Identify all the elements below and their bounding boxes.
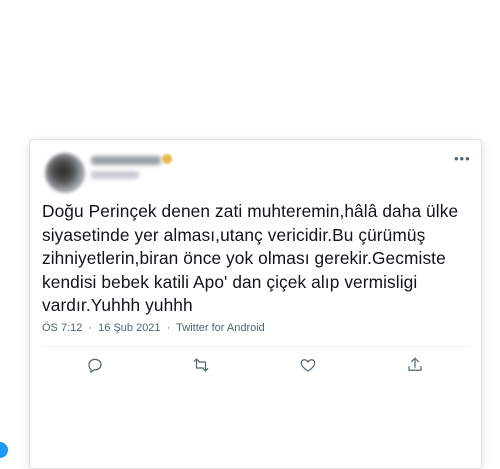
badge-icon [162,154,172,164]
more-icon[interactable]: ••• [454,152,470,166]
author-handle-blurred[interactable] [91,171,139,179]
avatar[interactable] [45,153,85,193]
divider [42,346,470,347]
scroll-indicator [0,442,8,458]
meta-separator: · [88,322,93,334]
retweet-icon[interactable] [192,356,212,376]
tweet-time[interactable]: ÖS 7:12 [42,322,82,334]
author-name-blurred[interactable] [91,156,161,165]
reply-icon[interactable] [86,356,106,376]
tweet-source[interactable]: Twitter for Android [176,322,265,334]
tweet-meta: ÖS 7:12 · 16 Şub 2021 · Twitter for Andr… [42,322,265,334]
action-bar [30,356,481,380]
heart-icon[interactable] [299,356,319,376]
meta-separator: · [166,322,171,334]
tweet-card: ••• Doğu Perinçek denen zati muhteremin,… [29,139,482,469]
tweet-date[interactable]: 16 Şub 2021 [98,322,160,334]
tweet-text: Doğu Perinçek denen zati muhteremin,hâlâ… [42,201,459,315]
share-icon[interactable] [406,356,426,376]
